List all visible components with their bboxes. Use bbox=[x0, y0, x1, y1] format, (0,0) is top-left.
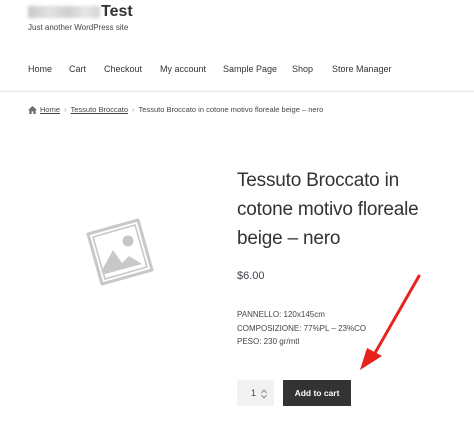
product-detail-panel: PANNELLO: 120x145cm bbox=[237, 310, 325, 319]
breadcrumb-separator: › bbox=[64, 105, 67, 114]
product-title: Tessuto Broccato in cotone motivo florea… bbox=[237, 170, 419, 249]
nav-item-store-manager[interactable]: Store Manager bbox=[332, 64, 402, 74]
nav-item-sample-page[interactable]: Sample Page bbox=[223, 64, 292, 74]
quantity-stepper-icon[interactable] bbox=[261, 389, 267, 399]
breadcrumb-separator: › bbox=[132, 105, 135, 114]
breadcrumb-home-link[interactable]: Home bbox=[40, 105, 60, 114]
product-short-description: PANNELLO: 120x145cm COMPOSIZIONE: 77%PL … bbox=[237, 308, 366, 349]
site-tagline: Just another WordPress site bbox=[28, 23, 129, 32]
product-image-placeholder-icon[interactable] bbox=[80, 212, 160, 292]
redacted-site-name bbox=[28, 6, 100, 18]
breadcrumb-current: Tessuto Broccato in cotone motivo florea… bbox=[138, 105, 324, 114]
product-detail-composition: COMPOSIZIONE: 77%PL – 23%CO bbox=[237, 323, 367, 333]
nav-item-cart[interactable]: Cart bbox=[69, 64, 104, 74]
nav-item-home[interactable]: Home bbox=[28, 64, 69, 74]
header-divider bbox=[0, 91, 474, 92]
home-icon bbox=[28, 105, 37, 114]
annotation-arrow-icon bbox=[360, 274, 421, 370]
primary-navigation: Home Cart Checkout My account Sample Pag… bbox=[28, 64, 402, 74]
site-title-text[interactable]: Test bbox=[101, 3, 133, 21]
quantity-input[interactable]: 1 bbox=[237, 380, 274, 406]
nav-item-shop[interactable]: Shop bbox=[292, 64, 332, 74]
product-price: $6.00 bbox=[237, 270, 265, 282]
quantity-value: 1 bbox=[251, 388, 257, 398]
nav-item-my-account[interactable]: My account bbox=[160, 64, 223, 74]
product-detail-weight: PESO: 230 gr/mtl bbox=[237, 337, 300, 346]
site-title[interactable]: Test bbox=[28, 2, 133, 22]
breadcrumb: Home › Tessuto Broccato › Tessuto Brocca… bbox=[28, 105, 323, 114]
breadcrumb-category-link[interactable]: Tessuto Broccato bbox=[71, 105, 129, 114]
add-to-cart-button[interactable]: Add to cart bbox=[283, 380, 351, 406]
nav-item-checkout[interactable]: Checkout bbox=[104, 64, 160, 74]
